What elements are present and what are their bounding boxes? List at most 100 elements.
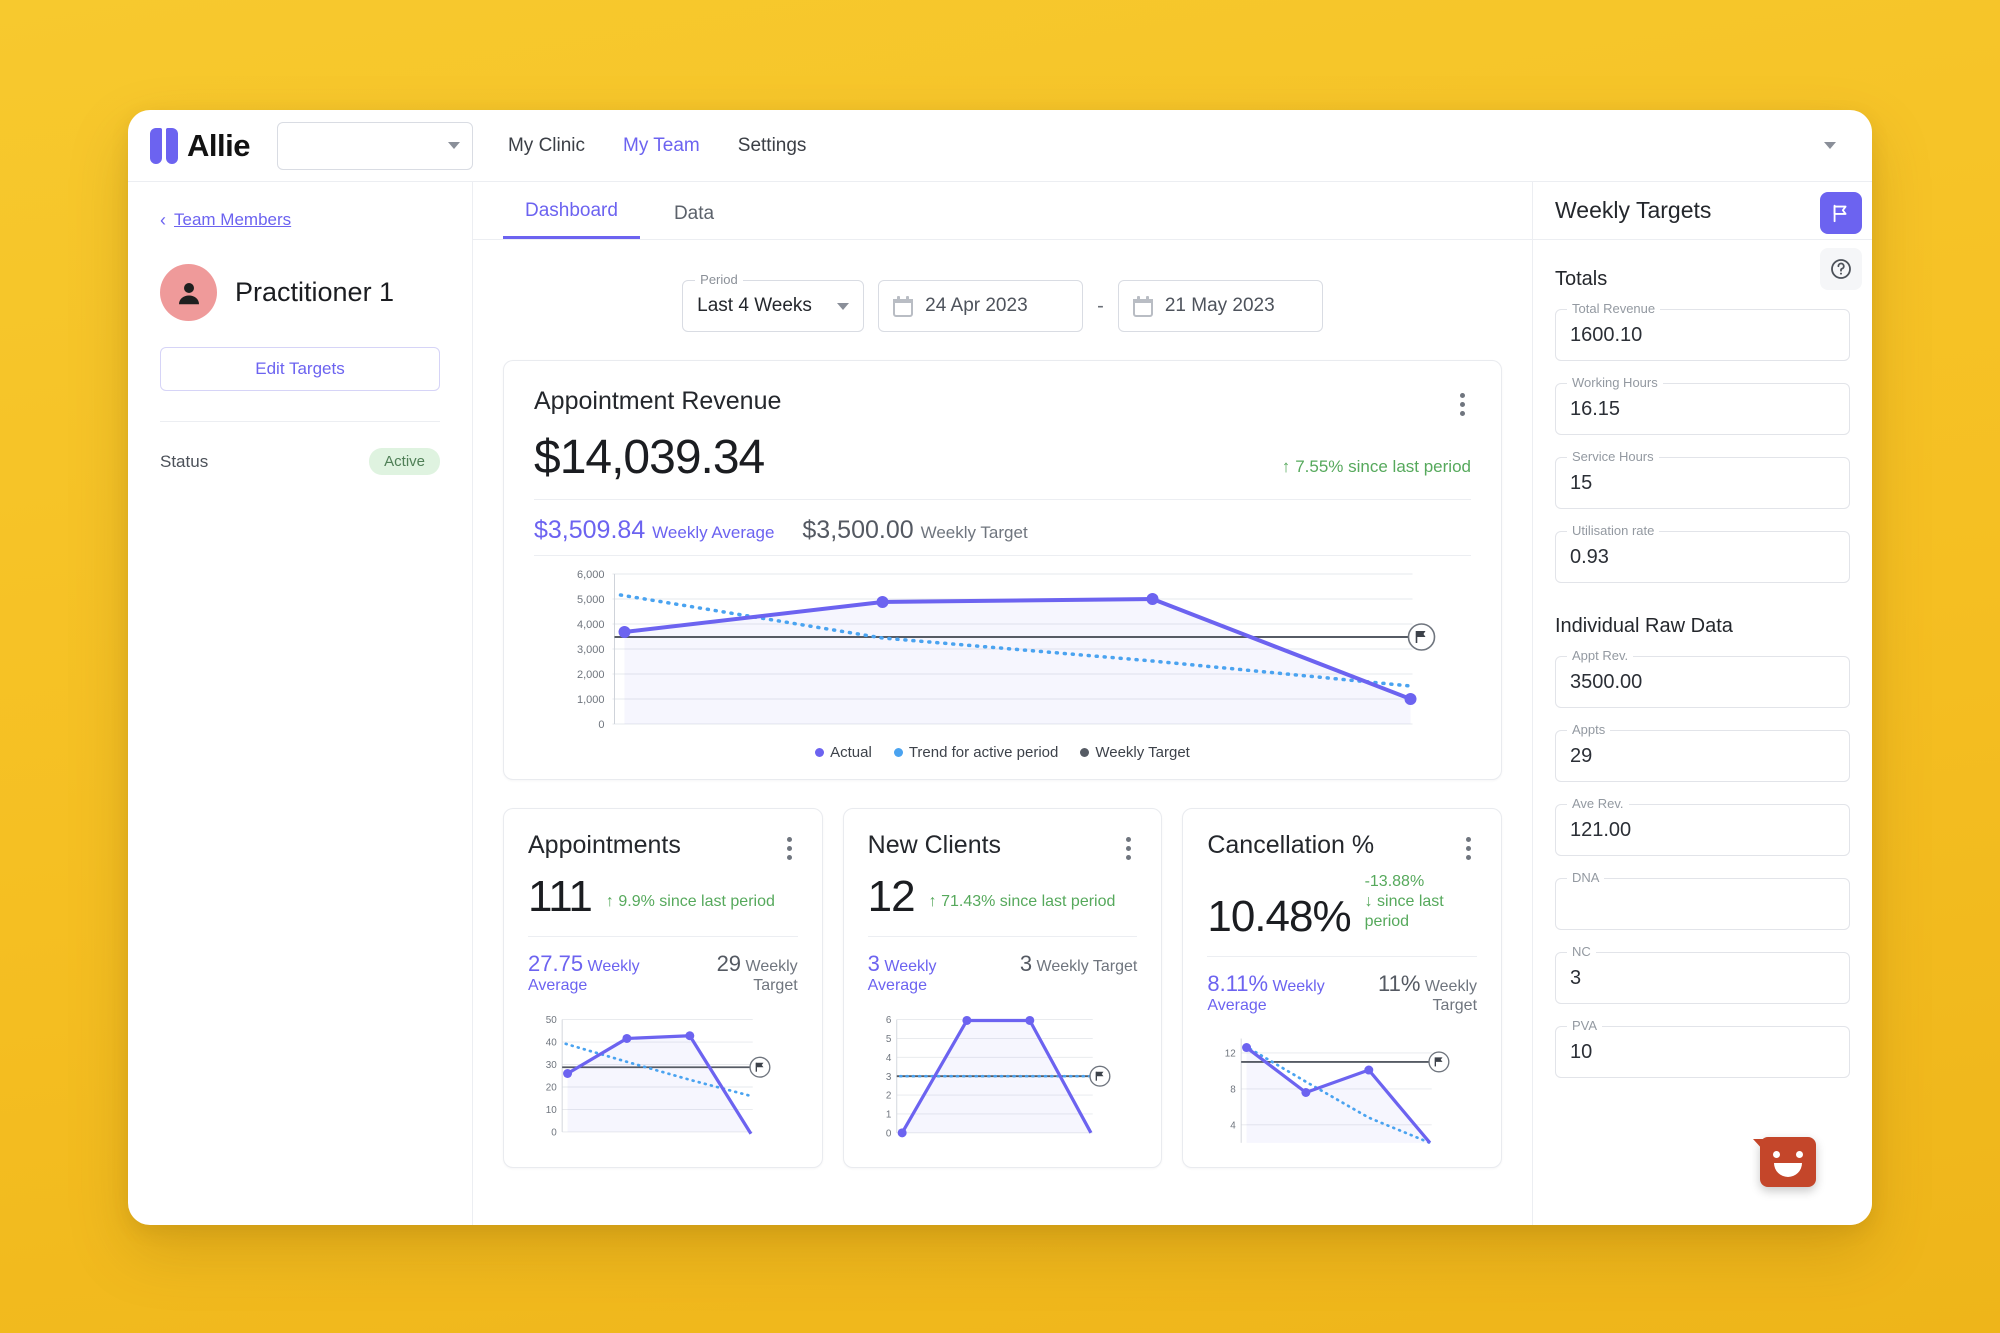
primary-nav: My Clinic My Team Settings	[508, 135, 806, 157]
field-value: 121.00	[1570, 818, 1632, 841]
metric-cards-row: Appointments 111 ↑ 9.9% since last perio…	[503, 808, 1503, 1168]
card-title: Cancellation %	[1207, 831, 1375, 859]
field-value: 10	[1570, 1040, 1593, 1063]
app-body: ‹ Team Members Practitioner 1 Edit Targe…	[128, 182, 1872, 1225]
period-select[interactable]: Period Last 4 Weeks	[682, 272, 865, 332]
back-to-team-members-link[interactable]: ‹ Team Members	[160, 210, 440, 230]
help-circle-icon[interactable]	[1820, 248, 1862, 290]
svg-text:1,000: 1,000	[577, 694, 605, 706]
service-hours-field[interactable]: Service Hours 15	[1555, 449, 1850, 509]
date-from-input[interactable]: 24 Apr 2023	[878, 280, 1084, 332]
card-menu-button[interactable]	[1460, 831, 1477, 866]
individual-raw-data-heading: Individual Raw Data	[1555, 615, 1733, 637]
svg-text:0: 0	[886, 1128, 892, 1139]
svg-text:1: 1	[886, 1110, 892, 1121]
revenue-chart: 6,000 5,000 4,000 3,000 2,000 1,000 0 Ac…	[534, 555, 1471, 761]
svg-text:3,000: 3,000	[577, 644, 605, 656]
field-label: DNA	[1567, 870, 1605, 885]
appointment-revenue-card: Appointment Revenue $14,039.34 ↑ 7.55% s…	[503, 360, 1502, 780]
account-menu[interactable]	[1824, 142, 1846, 149]
field-label: Working Hours	[1567, 375, 1663, 390]
weekly-average-value: 3	[867, 951, 880, 976]
tab-bar: Dashboard Data	[473, 182, 1532, 240]
smiley-chat-icon[interactable]	[1753, 1137, 1816, 1187]
card-value-row: $14,039.34 ↑ 7.55% since last period	[534, 422, 1471, 485]
nav-item-my-clinic[interactable]: My Clinic	[508, 135, 585, 157]
card-subvalues: $3,509.84 Weekly Average $3,500.00 Weekl…	[534, 500, 1471, 555]
brand-logo[interactable]: Allie	[150, 127, 250, 164]
totals-heading: Totals	[1555, 268, 1608, 290]
date-to-value: 21 May 2023	[1164, 295, 1275, 316]
svg-text:30: 30	[546, 1060, 557, 1071]
weekly-average-value: 8.11%	[1207, 971, 1269, 996]
sidebar-divider	[160, 421, 440, 422]
card-subvalues: 3 Weekly Average 3 Weekly Target	[868, 937, 1138, 1003]
nav-item-my-team[interactable]: My Team	[623, 135, 700, 157]
ave-rev-field[interactable]: Ave Rev. 121.00	[1555, 796, 1850, 856]
delta-arrow-up-icon: ↑	[1281, 457, 1291, 476]
tab-dashboard[interactable]: Dashboard	[503, 200, 640, 239]
panel-title: Weekly Targets	[1555, 197, 1712, 223]
field-label: PVA	[1567, 1018, 1603, 1033]
svg-text:6: 6	[886, 1015, 892, 1026]
svg-text:3: 3	[886, 1072, 892, 1083]
status-row: Status Active	[160, 448, 440, 475]
card-title: Appointment Revenue	[534, 387, 782, 415]
field-value: 1600.10	[1570, 323, 1643, 346]
weekly-average: $3,509.84 Weekly Average	[534, 516, 774, 545]
utilisation-rate-field[interactable]: Utilisation rate 0.93	[1555, 523, 1850, 583]
legend-label: Trend for active period	[908, 744, 1059, 761]
appts-field[interactable]: Appts 29	[1555, 722, 1850, 782]
card-primary-value: $14,039.34	[534, 431, 765, 484]
calendar-icon	[893, 295, 914, 317]
filters-bar: Period Last 4 Weeks 24 Apr 2023 - 21 May…	[503, 240, 1502, 360]
total-revenue-field[interactable]: Total Revenue 1600.10	[1555, 301, 1850, 361]
weekly-target-flag-icon	[1089, 1065, 1111, 1087]
delta-arrow-down-icon: ↓	[1364, 893, 1373, 910]
field-value: 15	[1570, 471, 1593, 494]
card-menu-button[interactable]	[781, 831, 798, 866]
practitioner-profile: Practitioner 1	[160, 264, 440, 321]
weekly-target: 11% Weekly Target	[1347, 971, 1477, 1015]
date-to-input[interactable]: 21 May 2023	[1117, 280, 1323, 332]
pva-field[interactable]: PVA 10	[1555, 1018, 1850, 1078]
weekly-target: $3,500.00 Weekly Target	[802, 516, 1027, 545]
appointments-chart: 50 40 30 20 10 0	[528, 1003, 798, 1153]
tab-data[interactable]: Data	[652, 203, 736, 239]
legend-item-trend: Trend for active period	[893, 744, 1059, 761]
legend-item-weekly-target: Weekly Target	[1080, 744, 1190, 761]
svg-text:40: 40	[546, 1038, 557, 1049]
period-chevron-down-icon	[837, 302, 850, 310]
card-subvalues: 27.75 Weekly Average 29 Weekly Target	[528, 937, 798, 1003]
weekly-target-label: Weekly Target	[1036, 958, 1138, 975]
revenue-chart-svg: 6,000 5,000 4,000 3,000 2,000 1,000 0	[577, 569, 1436, 731]
card-delta: ↑ 9.9% since last period	[606, 892, 775, 922]
clinic-select[interactable]	[276, 121, 473, 170]
working-hours-field[interactable]: Working Hours 16.15	[1555, 375, 1850, 435]
svg-text:50: 50	[546, 1015, 557, 1026]
weekly-target-flag-icon	[1428, 1051, 1450, 1073]
weekly-target: 3 Weekly Target	[1020, 951, 1138, 995]
field-value: 3500.00	[1570, 670, 1643, 693]
nav-item-settings[interactable]: Settings	[738, 135, 807, 157]
dna-field[interactable]: DNA	[1555, 870, 1850, 930]
legend-label: Actual	[830, 744, 872, 761]
weekly-target-value: $3,500.00	[802, 516, 914, 544]
card-header: New Clients	[868, 831, 1138, 866]
appt-rev-field[interactable]: Appt Rev. 3500.00	[1555, 648, 1850, 708]
card-menu-button[interactable]	[1120, 831, 1137, 866]
delta-text: 9.9% since last period	[618, 893, 775, 910]
card-menu-button[interactable]	[1454, 387, 1471, 422]
card-title: New Clients	[867, 831, 1002, 859]
nc-field[interactable]: NC 3	[1555, 944, 1850, 1004]
card-header: Appointments	[528, 831, 798, 866]
edit-targets-button[interactable]: Edit Targets	[160, 347, 440, 391]
dashboard-scroll-area: Period Last 4 Weeks 24 Apr 2023 - 21 May…	[473, 240, 1532, 1225]
status-badge: Active	[369, 448, 440, 475]
field-label: Appt Rev.	[1567, 648, 1634, 663]
page-title: Practitioner 1	[235, 277, 395, 307]
svg-text:6,000: 6,000	[577, 569, 605, 581]
cancellation-chart: 12 8 4	[1207, 1023, 1477, 1153]
appointments-chart-svg: 50 40 30 20 10 0	[546, 1015, 771, 1139]
flag-icon[interactable]	[1820, 192, 1862, 234]
